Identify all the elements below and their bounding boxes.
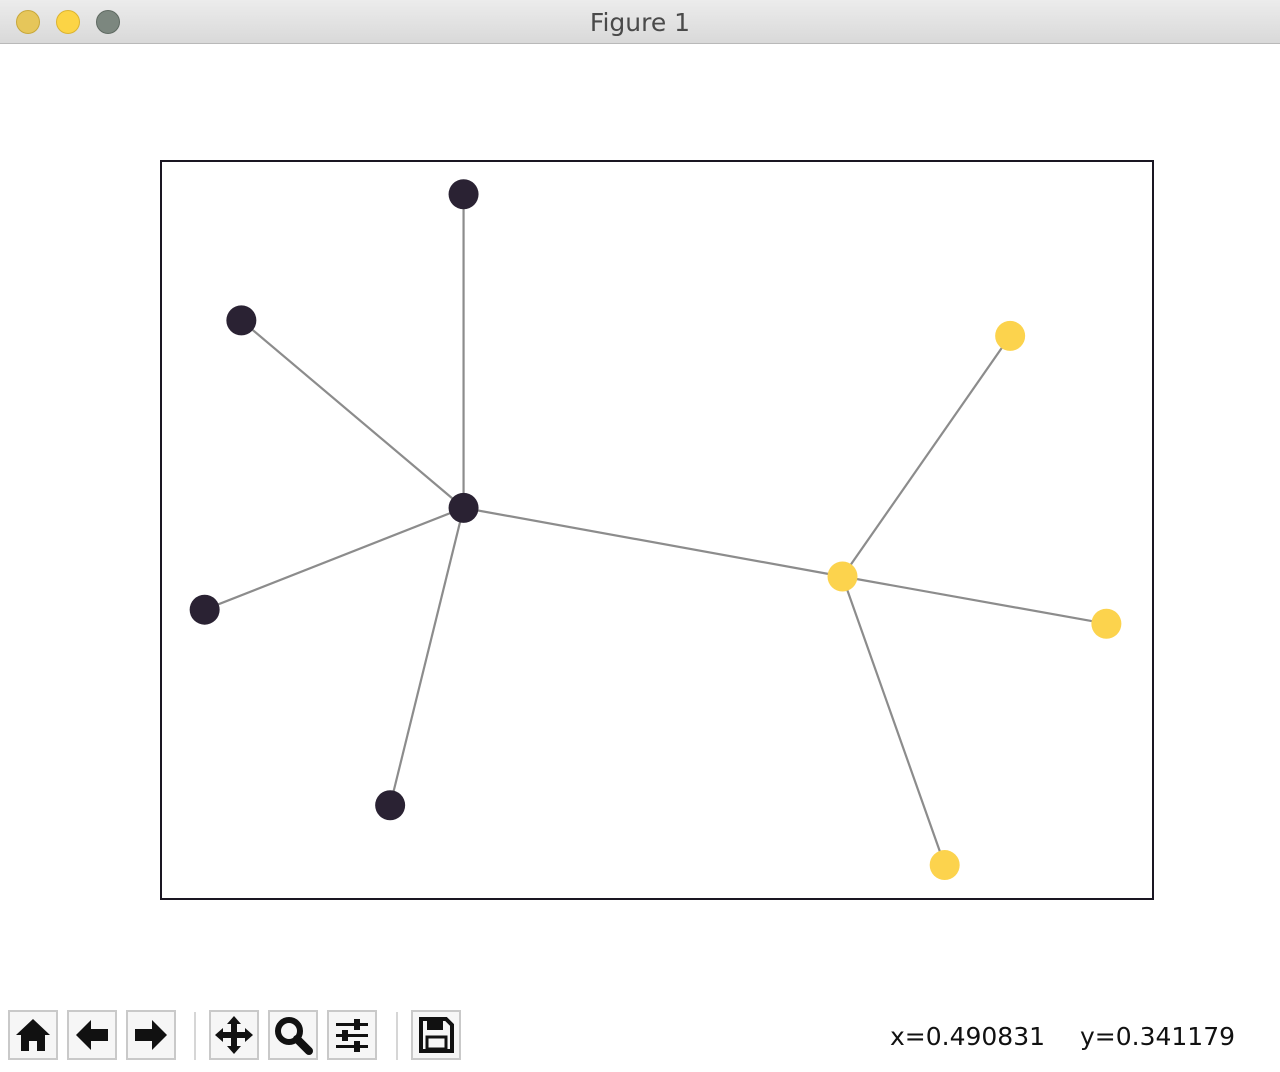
graph-node-dark (226, 305, 257, 336)
cursor-x-readout: x=0.490831 (890, 1022, 1046, 1051)
pan-move-icon (215, 1016, 253, 1054)
figure-canvas[interactable] (0, 45, 1280, 1000)
edges-layer (204, 194, 1107, 866)
graph-edge (841, 576, 946, 866)
back-arrow-icon (76, 1020, 108, 1050)
cursor-y-readout: y=0.341179 (1080, 1022, 1236, 1051)
graph-edge (204, 506, 464, 611)
nodes-layer (189, 179, 1122, 881)
title-bar[interactable]: Figure 1 (0, 0, 1280, 44)
toolbar-separator (194, 1012, 196, 1060)
configure-subplots-icon (336, 1019, 368, 1052)
graph-edge (841, 335, 1012, 578)
graph-edge (842, 575, 1107, 625)
home-icon (16, 1019, 50, 1051)
axes-frame (160, 160, 1154, 900)
network-plot[interactable] (0, 45, 1280, 1000)
save-button[interactable] (411, 1010, 461, 1060)
graph-edge (240, 319, 465, 509)
graph-node-light (827, 561, 858, 592)
zoom-button[interactable] (268, 1010, 318, 1060)
figure-window: Figure 1 x=0.490831 y=0.341179 (0, 0, 1280, 1072)
graph-node-dark (189, 594, 220, 625)
home-button[interactable] (8, 1010, 58, 1060)
pan-button[interactable] (209, 1010, 259, 1060)
graph-edge (389, 507, 465, 806)
navigation-toolbar: x=0.490831 y=0.341179 (0, 1000, 1280, 1072)
configure-subplots-button[interactable] (327, 1010, 377, 1060)
graph-node-light (1091, 608, 1122, 639)
toolbar-separator (396, 1012, 398, 1060)
graph-node-dark (375, 790, 406, 821)
graph-node-dark (448, 179, 479, 210)
forward-button[interactable] (126, 1010, 176, 1060)
back-button[interactable] (67, 1010, 117, 1060)
graph-node-dark (448, 492, 479, 523)
zoom-magnifier-icon (275, 1017, 313, 1055)
window-title: Figure 1 (589, 8, 691, 37)
graph-edge (463, 506, 843, 578)
graph-node-light (995, 320, 1026, 351)
graph-node-light (929, 850, 960, 881)
forward-arrow-icon (135, 1020, 167, 1050)
save-floppy-icon (419, 1017, 454, 1053)
